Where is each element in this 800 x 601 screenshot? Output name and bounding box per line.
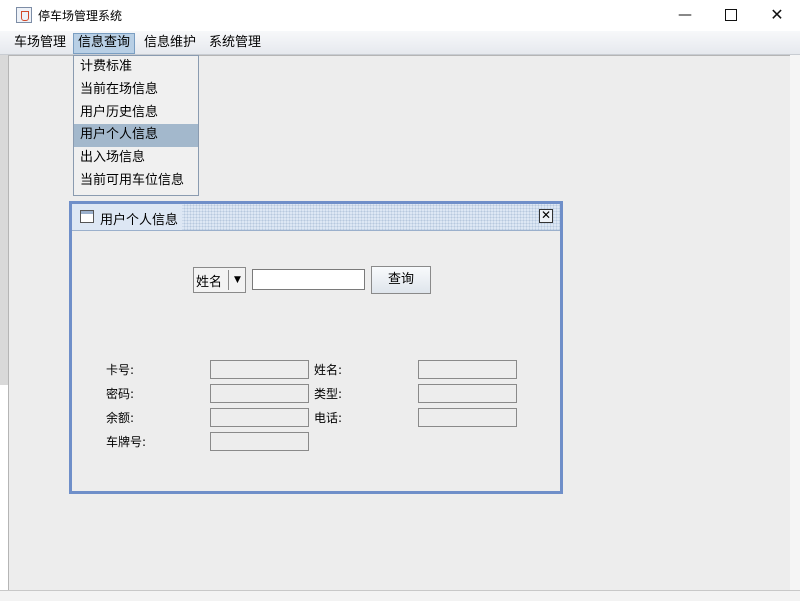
background-window-edge bbox=[0, 55, 8, 385]
background-window-edge-right bbox=[790, 55, 800, 590]
window-title: 停车场管理系统 bbox=[38, 9, 123, 23]
menu-bar: 车场管理 信息查询 信息维护 系统管理 bbox=[0, 31, 800, 55]
query-button[interactable]: 查询 bbox=[371, 266, 431, 294]
menu-item-available-spaces[interactable]: 当前可用车位信息 bbox=[74, 170, 198, 193]
bottom-edge bbox=[0, 590, 800, 601]
phone-field[interactable] bbox=[418, 408, 517, 427]
menu-system-management[interactable]: 系统管理 bbox=[205, 33, 265, 52]
search-field-combobox[interactable]: 姓名 ▼ bbox=[193, 267, 246, 293]
close-button[interactable]: ✕ bbox=[754, 0, 800, 31]
maximize-button[interactable] bbox=[708, 0, 754, 31]
menu-item-current-on-site[interactable]: 当前在场信息 bbox=[74, 79, 198, 102]
minimize-button[interactable]: — bbox=[662, 0, 708, 31]
internal-frame-close-button[interactable]: ✕ bbox=[539, 209, 553, 223]
menu-item-user-personal-info[interactable]: 用户个人信息 bbox=[74, 124, 198, 148]
menu-info-maintenance[interactable]: 信息维护 bbox=[140, 33, 200, 52]
menu-item-user-history[interactable]: 用户历史信息 bbox=[74, 102, 198, 125]
window-title-bar: 停车场管理系统 — ✕ bbox=[0, 0, 800, 31]
balance-label: 余额: bbox=[106, 411, 135, 425]
card-no-label: 卡号: bbox=[106, 363, 135, 377]
user-info-internal-frame: 用户个人信息 ✕ 姓名 ▼ 查询 卡号: 姓名: 密码: 类型: 余额: 电话:… bbox=[69, 201, 563, 494]
plate-label: 车牌号: bbox=[106, 435, 147, 449]
type-field[interactable] bbox=[418, 384, 517, 403]
type-label: 类型: bbox=[314, 387, 343, 401]
maximize-icon bbox=[725, 9, 737, 21]
combobox-selected-value: 姓名 bbox=[196, 275, 223, 290]
java-app-icon bbox=[16, 7, 32, 23]
frame-window-icon bbox=[80, 210, 94, 223]
password-label: 密码: bbox=[106, 387, 135, 401]
plate-field[interactable] bbox=[210, 432, 309, 451]
menu-parking-management[interactable]: 车场管理 bbox=[10, 33, 70, 52]
balance-field[interactable] bbox=[210, 408, 309, 427]
chevron-down-icon[interactable]: ▼ bbox=[228, 270, 246, 290]
phone-label: 电话: bbox=[314, 411, 343, 425]
name-field[interactable] bbox=[418, 360, 517, 379]
menu-info-query[interactable]: 信息查询 bbox=[73, 33, 136, 54]
menu-item-entry-exit-info[interactable]: 出入场信息 bbox=[74, 147, 198, 170]
search-input[interactable] bbox=[252, 269, 365, 290]
card-no-field[interactable] bbox=[210, 360, 309, 379]
info-query-dropdown: 计费标准 当前在场信息 用户历史信息 用户个人信息 出入场信息 当前可用车位信息 bbox=[73, 55, 199, 196]
internal-frame-title: 用户个人信息 bbox=[100, 213, 179, 228]
password-field[interactable] bbox=[210, 384, 309, 403]
name-label: 姓名: bbox=[314, 363, 343, 377]
internal-frame-title-bar[interactable]: 用户个人信息 ✕ bbox=[72, 204, 560, 231]
menu-item-billing-standard[interactable]: 计费标准 bbox=[74, 56, 198, 79]
